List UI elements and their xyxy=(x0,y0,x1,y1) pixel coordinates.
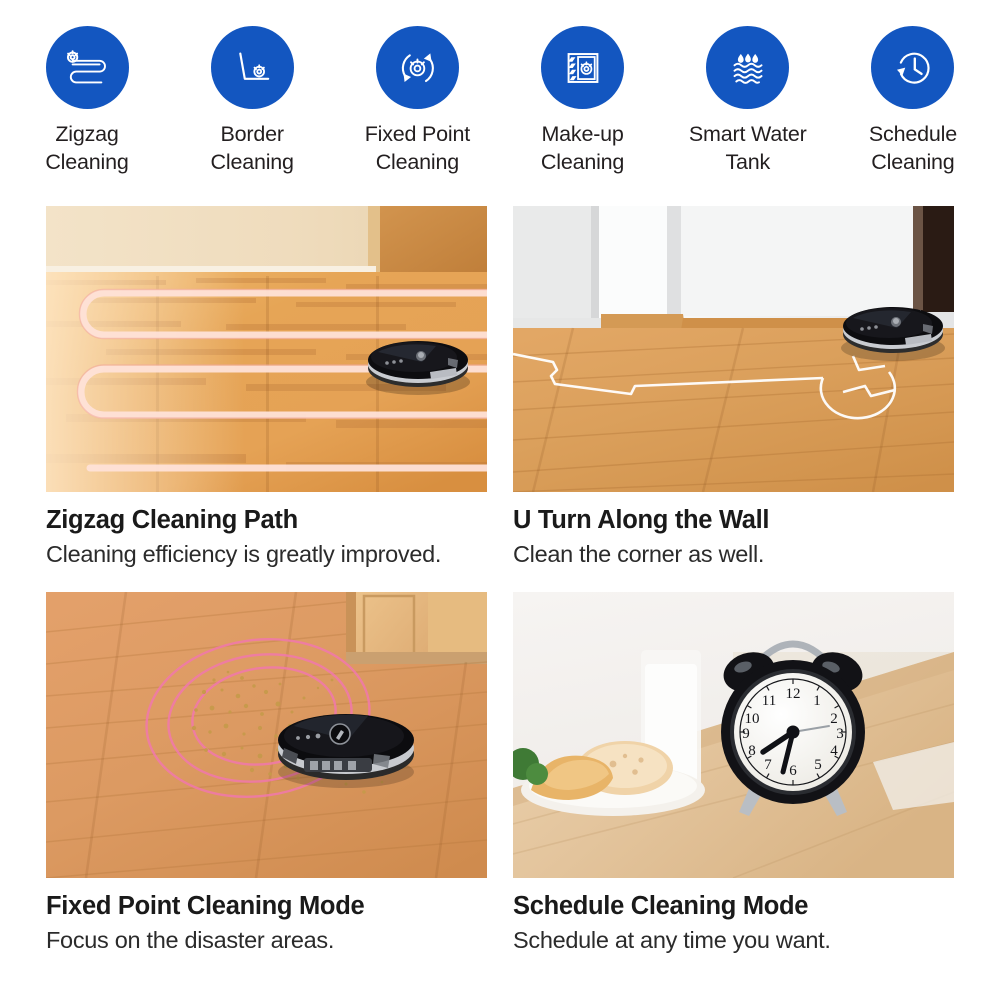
feature-label: Zigzag Cleaning xyxy=(45,122,129,174)
fixed-point-icon xyxy=(375,26,459,109)
zigzag-path-photo xyxy=(46,206,487,492)
zigzag-path-icon xyxy=(45,26,129,109)
feature-icon-strip: Zigzag Cleaning Border Cleaning Fixed Po… xyxy=(0,26,1000,186)
card-title: Schedule Cleaning Mode xyxy=(513,892,809,920)
schedule-clock-photo: 12 1 2 3 4 5 6 7 8 9 10 11 xyxy=(513,592,954,878)
svg-text:4: 4 xyxy=(830,743,838,759)
card-u-turn-along-the-wall: U Turn Along the Wall Clean the corner a… xyxy=(513,206,954,569)
card-subtitle: Clean the corner as well. xyxy=(513,541,765,567)
card-title: U Turn Along the Wall xyxy=(513,506,770,534)
svg-text:7: 7 xyxy=(764,757,772,773)
card-row-2: Fixed Point Cleaning Mode Focus on the d… xyxy=(46,592,955,955)
product-feature-infographic: Zigzag Cleaning Border Cleaning Fixed Po… xyxy=(0,0,1000,1000)
feature-item-fixed-point-cleaning[interactable]: Fixed Point Cleaning xyxy=(342,26,492,186)
feature-label: Make-up Cleaning xyxy=(540,122,625,174)
card-fixed-point-cleaning-mode: Fixed Point Cleaning Mode Focus on the d… xyxy=(46,592,487,955)
svg-text:12: 12 xyxy=(786,686,801,702)
feature-label: Border Cleaning xyxy=(210,122,294,174)
feature-item-border-cleaning[interactable]: Border Cleaning xyxy=(177,26,327,186)
feature-cards-grid: Zigzag Cleaning Path Cleaning efficiency… xyxy=(46,206,955,955)
svg-text:8: 8 xyxy=(748,743,756,759)
u-turn-wall-photo xyxy=(513,206,954,492)
svg-text:5: 5 xyxy=(814,757,822,773)
card-title: Fixed Point Cleaning Mode xyxy=(46,892,365,920)
card-subtitle: Schedule at any time you want. xyxy=(513,927,831,953)
card-subtitle: Cleaning efficiency is greatly improved. xyxy=(46,541,442,567)
feature-item-zigzag-cleaning[interactable]: Zigzag Cleaning xyxy=(12,26,162,186)
border-cleaning-icon xyxy=(210,26,294,109)
card-zigzag-cleaning-path: Zigzag Cleaning Path Cleaning efficiency… xyxy=(46,206,487,569)
card-schedule-cleaning-mode: 12 1 2 3 4 5 6 7 8 9 10 11 Schedule Clea… xyxy=(513,592,954,955)
schedule-clock-icon xyxy=(871,26,955,109)
feature-item-schedule-cleaning[interactable]: Schedule Cleaning xyxy=(838,26,988,186)
fixed-point-photo xyxy=(46,592,487,878)
row-spacer xyxy=(46,569,955,592)
feature-label: Schedule Cleaning xyxy=(868,122,957,174)
water-tank-icon xyxy=(706,26,790,109)
make-up-cleaning-icon xyxy=(541,26,625,109)
feature-label: Smart Water Tank xyxy=(688,122,807,174)
svg-text:3: 3 xyxy=(836,726,844,742)
card-title: Zigzag Cleaning Path xyxy=(46,506,298,534)
svg-text:9: 9 xyxy=(742,726,750,742)
svg-text:6: 6 xyxy=(789,763,797,779)
feature-item-smart-water-tank[interactable]: Smart Water Tank xyxy=(673,26,823,186)
card-row-1: Zigzag Cleaning Path Cleaning efficiency… xyxy=(46,206,955,569)
feature-label: Fixed Point Cleaning xyxy=(364,122,471,174)
svg-text:1: 1 xyxy=(813,693,821,709)
svg-text:11: 11 xyxy=(762,693,776,709)
svg-text:10: 10 xyxy=(745,711,760,727)
card-subtitle: Focus on the disaster areas. xyxy=(46,927,335,953)
svg-text:2: 2 xyxy=(830,711,838,727)
feature-item-make-up-cleaning[interactable]: Make-up Cleaning xyxy=(508,26,658,186)
